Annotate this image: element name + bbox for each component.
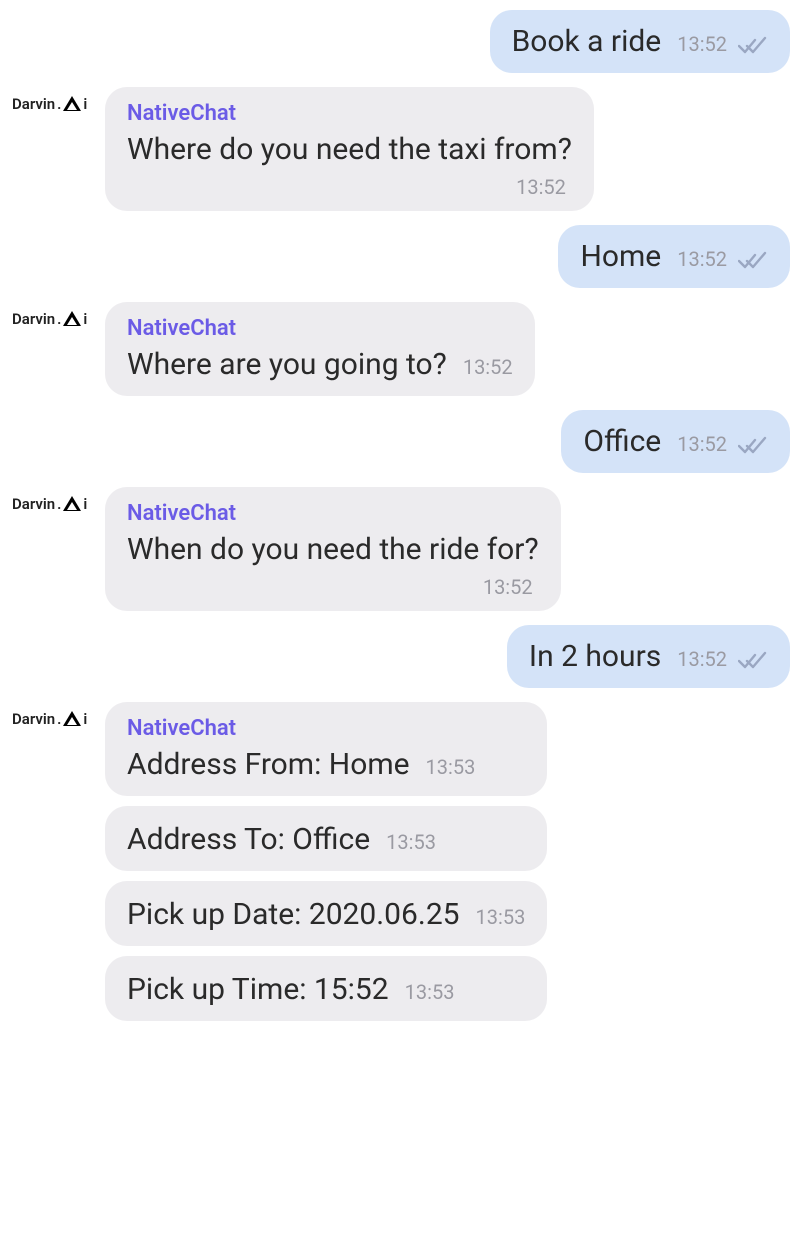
bot-message-bubble[interactable]: Pick up Time: 15:52 13:53 (105, 956, 547, 1021)
bot-message-group: Darvin. i NativeChat Where do you need t… (10, 87, 790, 211)
user-message-bubble[interactable]: Office 13:52 (561, 410, 790, 473)
message-text: Where do you need the taxi from? (127, 130, 572, 169)
bot-avatar: Darvin. i (10, 302, 105, 328)
bot-avatar: Darvin. i (10, 487, 105, 513)
message-time: 13:53 (405, 980, 455, 1004)
read-receipt-icon (738, 647, 768, 671)
user-message-bubble[interactable]: Book a ride 13:52 (490, 10, 790, 73)
bot-avatar: Darvin. i (10, 702, 105, 728)
chat-container: Book a ride 13:52 Darvin. i NativeChat W… (10, 10, 790, 1021)
bot-name: NativeChat (127, 316, 513, 341)
bot-message-group: Darvin. i NativeChat When do you need th… (10, 487, 790, 611)
user-message-row: Office 13:52 (10, 410, 790, 473)
message-text: Address From: Home (127, 745, 410, 784)
message-text: Office (583, 422, 661, 461)
user-message-bubble[interactable]: In 2 hours 13:52 (507, 625, 790, 688)
message-text: Pick up Time: 15:52 (127, 970, 389, 1009)
triangle-icon (63, 711, 81, 727)
message-text: Book a ride (512, 22, 662, 61)
read-receipt-icon (738, 247, 768, 271)
message-text: Pick up Date: 2020.06.25 (127, 895, 460, 934)
message-text: Where are you going to? (127, 345, 447, 384)
message-time: 13:52 (677, 32, 768, 56)
user-message-row: Book a ride 13:52 (10, 10, 790, 73)
message-time: 13:53 (476, 905, 526, 929)
message-time: 13:52 (127, 175, 572, 199)
message-time: 13:52 (677, 432, 768, 456)
triangle-icon (63, 311, 81, 327)
bot-message-bubble[interactable]: NativeChat Where are you going to? 13:52 (105, 302, 535, 396)
bot-message-bubble[interactable]: Address To: Office 13:53 (105, 806, 547, 871)
bot-avatar: Darvin. i (10, 87, 105, 113)
message-text: Address To: Office (127, 820, 370, 859)
message-time: 13:52 (463, 355, 513, 379)
bot-message-bubble[interactable]: Pick up Date: 2020.06.25 13:53 (105, 881, 547, 946)
bot-message-bubble[interactable]: NativeChat Where do you need the taxi fr… (105, 87, 594, 211)
bot-name: NativeChat (127, 501, 539, 526)
triangle-icon (63, 96, 81, 112)
bot-message-group: Darvin. i NativeChat Where are you going… (10, 302, 790, 396)
bot-name: NativeChat (127, 716, 525, 741)
user-message-bubble[interactable]: Home 13:52 (558, 225, 790, 288)
bot-message-group: Darvin. i NativeChat Address From: Home … (10, 702, 790, 1021)
message-time: 13:52 (127, 575, 539, 599)
read-receipt-icon (738, 32, 768, 56)
message-time: 13:52 (677, 247, 768, 271)
message-text: When do you need the ride for? (127, 530, 539, 569)
message-text: In 2 hours (529, 637, 661, 676)
read-receipt-icon (738, 432, 768, 456)
message-time: 13:53 (386, 830, 436, 854)
bot-name: NativeChat (127, 101, 572, 126)
message-text: Home (580, 237, 661, 276)
triangle-icon (63, 496, 81, 512)
user-message-row: In 2 hours 13:52 (10, 625, 790, 688)
bot-message-bubble[interactable]: NativeChat When do you need the ride for… (105, 487, 561, 611)
message-time: 13:52 (677, 647, 768, 671)
message-time: 13:53 (426, 755, 476, 779)
bot-message-bubble[interactable]: NativeChat Address From: Home 13:53 (105, 702, 547, 796)
user-message-row: Home 13:52 (10, 225, 790, 288)
